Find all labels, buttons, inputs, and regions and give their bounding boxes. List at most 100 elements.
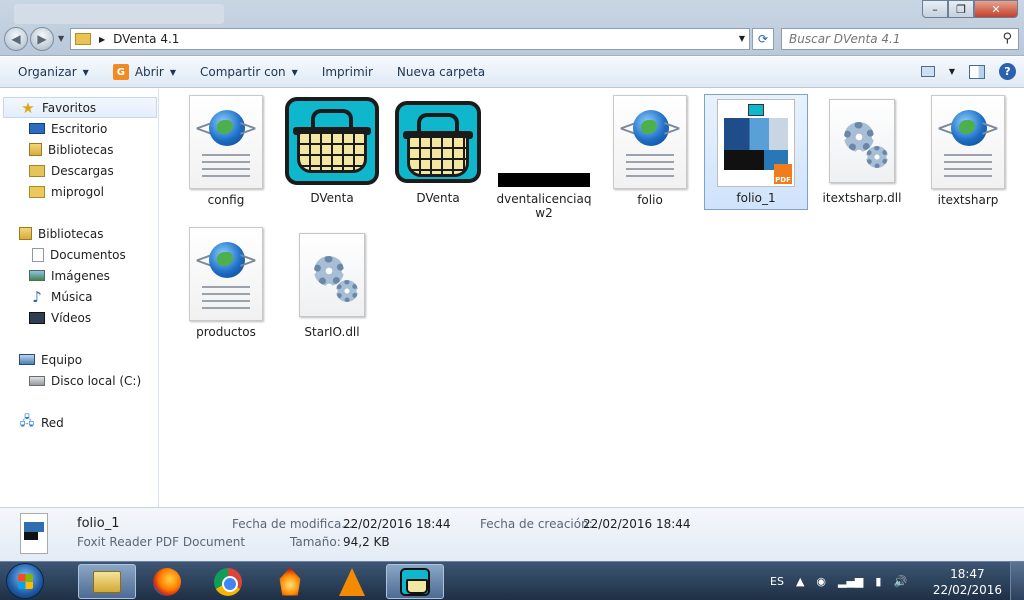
created-label: Fecha de creación:	[480, 517, 593, 531]
show-desktop-button[interactable]	[1010, 562, 1024, 600]
start-button[interactable]	[6, 563, 44, 599]
recent-pages-dropdown[interactable]: ▼	[58, 34, 64, 43]
share-button[interactable]: Compartir con ▼	[188, 57, 310, 87]
details-pane: folio_1 Foxit Reader PDF Document Fecha …	[0, 507, 1024, 561]
new-folder-label: Nueva carpeta	[396, 65, 486, 79]
taskbar-explorer-button[interactable]	[78, 564, 136, 599]
file-list: < > config DVenta DVenta dventalicenciaqw…	[160, 89, 1024, 507]
pdf-thumbnail-icon: PDF	[717, 99, 795, 187]
network-status-icon[interactable]: ◉	[816, 575, 826, 588]
open-button[interactable]: G Abrir ▼	[101, 57, 188, 87]
star-icon: ★	[21, 98, 35, 117]
signal-bars-icon[interactable]: ▂▄▆	[838, 575, 863, 588]
sidebar-item-label: Red	[41, 415, 64, 430]
file-item-productos[interactable]: < > productos	[174, 227, 278, 339]
hard-drive-icon	[29, 375, 45, 386]
sidebar-item-favoritos[interactable]: ★ Favoritos	[3, 97, 157, 118]
breadcrumb-current[interactable]: DVenta 4.1	[113, 32, 179, 46]
file-name: StarIO.dll	[304, 325, 360, 339]
address-dropdown-icon[interactable]: ▼	[739, 34, 745, 43]
print-button[interactable]: Imprimir	[310, 57, 385, 87]
xml-document-icon: < >	[189, 227, 263, 321]
system-tray: ES ▲ ◉ ▂▄▆ ▮ 🔊	[770, 562, 919, 600]
sidebar-item-documentos[interactable]: Documentos	[0, 244, 158, 265]
minimize-button[interactable]: –	[922, 0, 948, 18]
forward-button[interactable]: ▶	[30, 27, 54, 51]
file-item-itextsharp[interactable]: < > itextsharp	[916, 95, 1020, 207]
sidebar-item-label: miprogol	[51, 184, 104, 199]
sidebar-item-musica[interactable]: ♪ Música	[0, 286, 158, 307]
file-item-dventa-shortcut[interactable]: DVenta	[386, 101, 490, 205]
sidebar-item-imagenes[interactable]: Imágenes	[0, 265, 158, 286]
back-button[interactable]: ◀	[4, 27, 28, 51]
sidebar-item-label: Bibliotecas	[38, 226, 104, 241]
close-button[interactable]: ✕	[974, 0, 1018, 18]
breadcrumb-arrow-icon[interactable]: ▶	[99, 35, 105, 44]
organize-button[interactable]: Organizar ▼	[0, 57, 101, 87]
vlc-cone-icon	[339, 567, 365, 596]
file-item-dventalicenciaqw2[interactable]: dventalicenciaqw2	[492, 97, 596, 220]
sidebar-item-bibliotecas[interactable]: Bibliotecas	[0, 223, 158, 244]
dventa-app-icon	[395, 101, 481, 183]
new-folder-button[interactable]: Nueva carpeta	[385, 57, 497, 87]
dll-gears-icon	[829, 99, 895, 183]
taskbar-fire-app-button[interactable]	[261, 564, 319, 599]
file-item-itextsharp-dll[interactable]: itextsharp.dll	[810, 99, 914, 205]
flame-app-icon	[279, 567, 301, 596]
file-item-stario-dll[interactable]: StarIO.dll	[280, 233, 384, 339]
refresh-button[interactable]: ⟳	[752, 28, 774, 50]
dll-gears-icon	[299, 233, 365, 317]
sidebar-item-escritorio[interactable]: Escritorio	[0, 118, 158, 139]
sidebar-item-label: Música	[51, 289, 93, 304]
taskbar: ES ▲ ◉ ▂▄▆ ▮ 🔊 18:47 22/02/2016	[0, 561, 1024, 600]
battery-icon[interactable]: ▮	[875, 575, 881, 588]
sidebar-item-red[interactable]: 🖧 Red	[0, 412, 158, 433]
documents-icon	[32, 247, 44, 262]
sidebar-item-bibliotecas-fav[interactable]: Bibliotecas	[0, 139, 158, 160]
file-name: itextsharp	[937, 193, 999, 207]
search-box[interactable]: ⚲	[781, 28, 1019, 50]
taskbar-vlc-button[interactable]	[323, 564, 381, 599]
file-item-folio-1[interactable]: PDF folio_1	[704, 94, 808, 210]
clock[interactable]: 18:47 22/02/2016	[933, 566, 1002, 598]
taskbar-dventa-button[interactable]	[386, 564, 444, 599]
caret-down-icon: ▼	[82, 67, 89, 77]
address-bar[interactable]: ▶ DVenta 4.1 ▼	[70, 28, 750, 50]
share-label: Compartir con	[200, 65, 286, 79]
maximize-button[interactable]: ❐	[948, 0, 974, 18]
search-icon[interactable]: ⚲	[1002, 31, 1012, 46]
sidebar-item-miprogol[interactable]: miprogol	[0, 181, 158, 202]
desktop-icon	[29, 123, 45, 134]
caret-down-icon: ▼	[291, 67, 298, 77]
file-item-dventa[interactable]: DVenta	[280, 97, 384, 205]
show-hidden-icons-icon[interactable]: ▲	[796, 575, 804, 588]
taskbar-firefox-button[interactable]	[138, 564, 196, 599]
size-value: 94,2 KB	[343, 535, 390, 549]
file-name: folio_1	[736, 191, 776, 205]
file-item-config[interactable]: < > config	[174, 95, 278, 207]
clock-date: 22/02/2016	[932, 583, 1002, 597]
language-indicator[interactable]: ES	[770, 575, 784, 588]
file-name: productos	[196, 325, 256, 339]
selected-file-name: folio_1	[77, 516, 120, 531]
view-dropdown-icon[interactable]: ▼	[949, 67, 955, 76]
sidebar-item-disco-local[interactable]: Disco local (C:)	[0, 370, 158, 391]
sidebar-item-equipo[interactable]: Equipo	[0, 349, 158, 370]
search-input[interactable]	[782, 29, 992, 49]
file-name: dventalicenciaqw2	[496, 192, 592, 220]
navigation-pane: ★ Favoritos Escritorio Bibliotecas Desca…	[0, 89, 159, 507]
network-icon: 🖧	[19, 413, 35, 429]
preview-pane-icon[interactable]	[969, 64, 985, 79]
change-view-icon[interactable]	[920, 66, 935, 77]
sidebar-item-label: Bibliotecas	[48, 142, 114, 157]
sidebar-item-label: Documentos	[50, 247, 126, 262]
volume-icon[interactable]: 🔊	[893, 575, 907, 588]
sidebar-item-label: Favoritos	[42, 100, 97, 115]
taskbar-chrome-button[interactable]	[199, 564, 257, 599]
file-item-folio[interactable]: < > folio	[598, 95, 702, 207]
sidebar-item-descargas[interactable]: Descargas	[0, 160, 158, 181]
window-controls: – ❐ ✕	[922, 0, 1018, 18]
command-bar: Organizar ▼ G Abrir ▼ Compartir con ▼ Im…	[0, 57, 1024, 88]
help-icon[interactable]: ?	[999, 63, 1016, 80]
sidebar-item-videos[interactable]: Vídeos	[0, 307, 158, 328]
